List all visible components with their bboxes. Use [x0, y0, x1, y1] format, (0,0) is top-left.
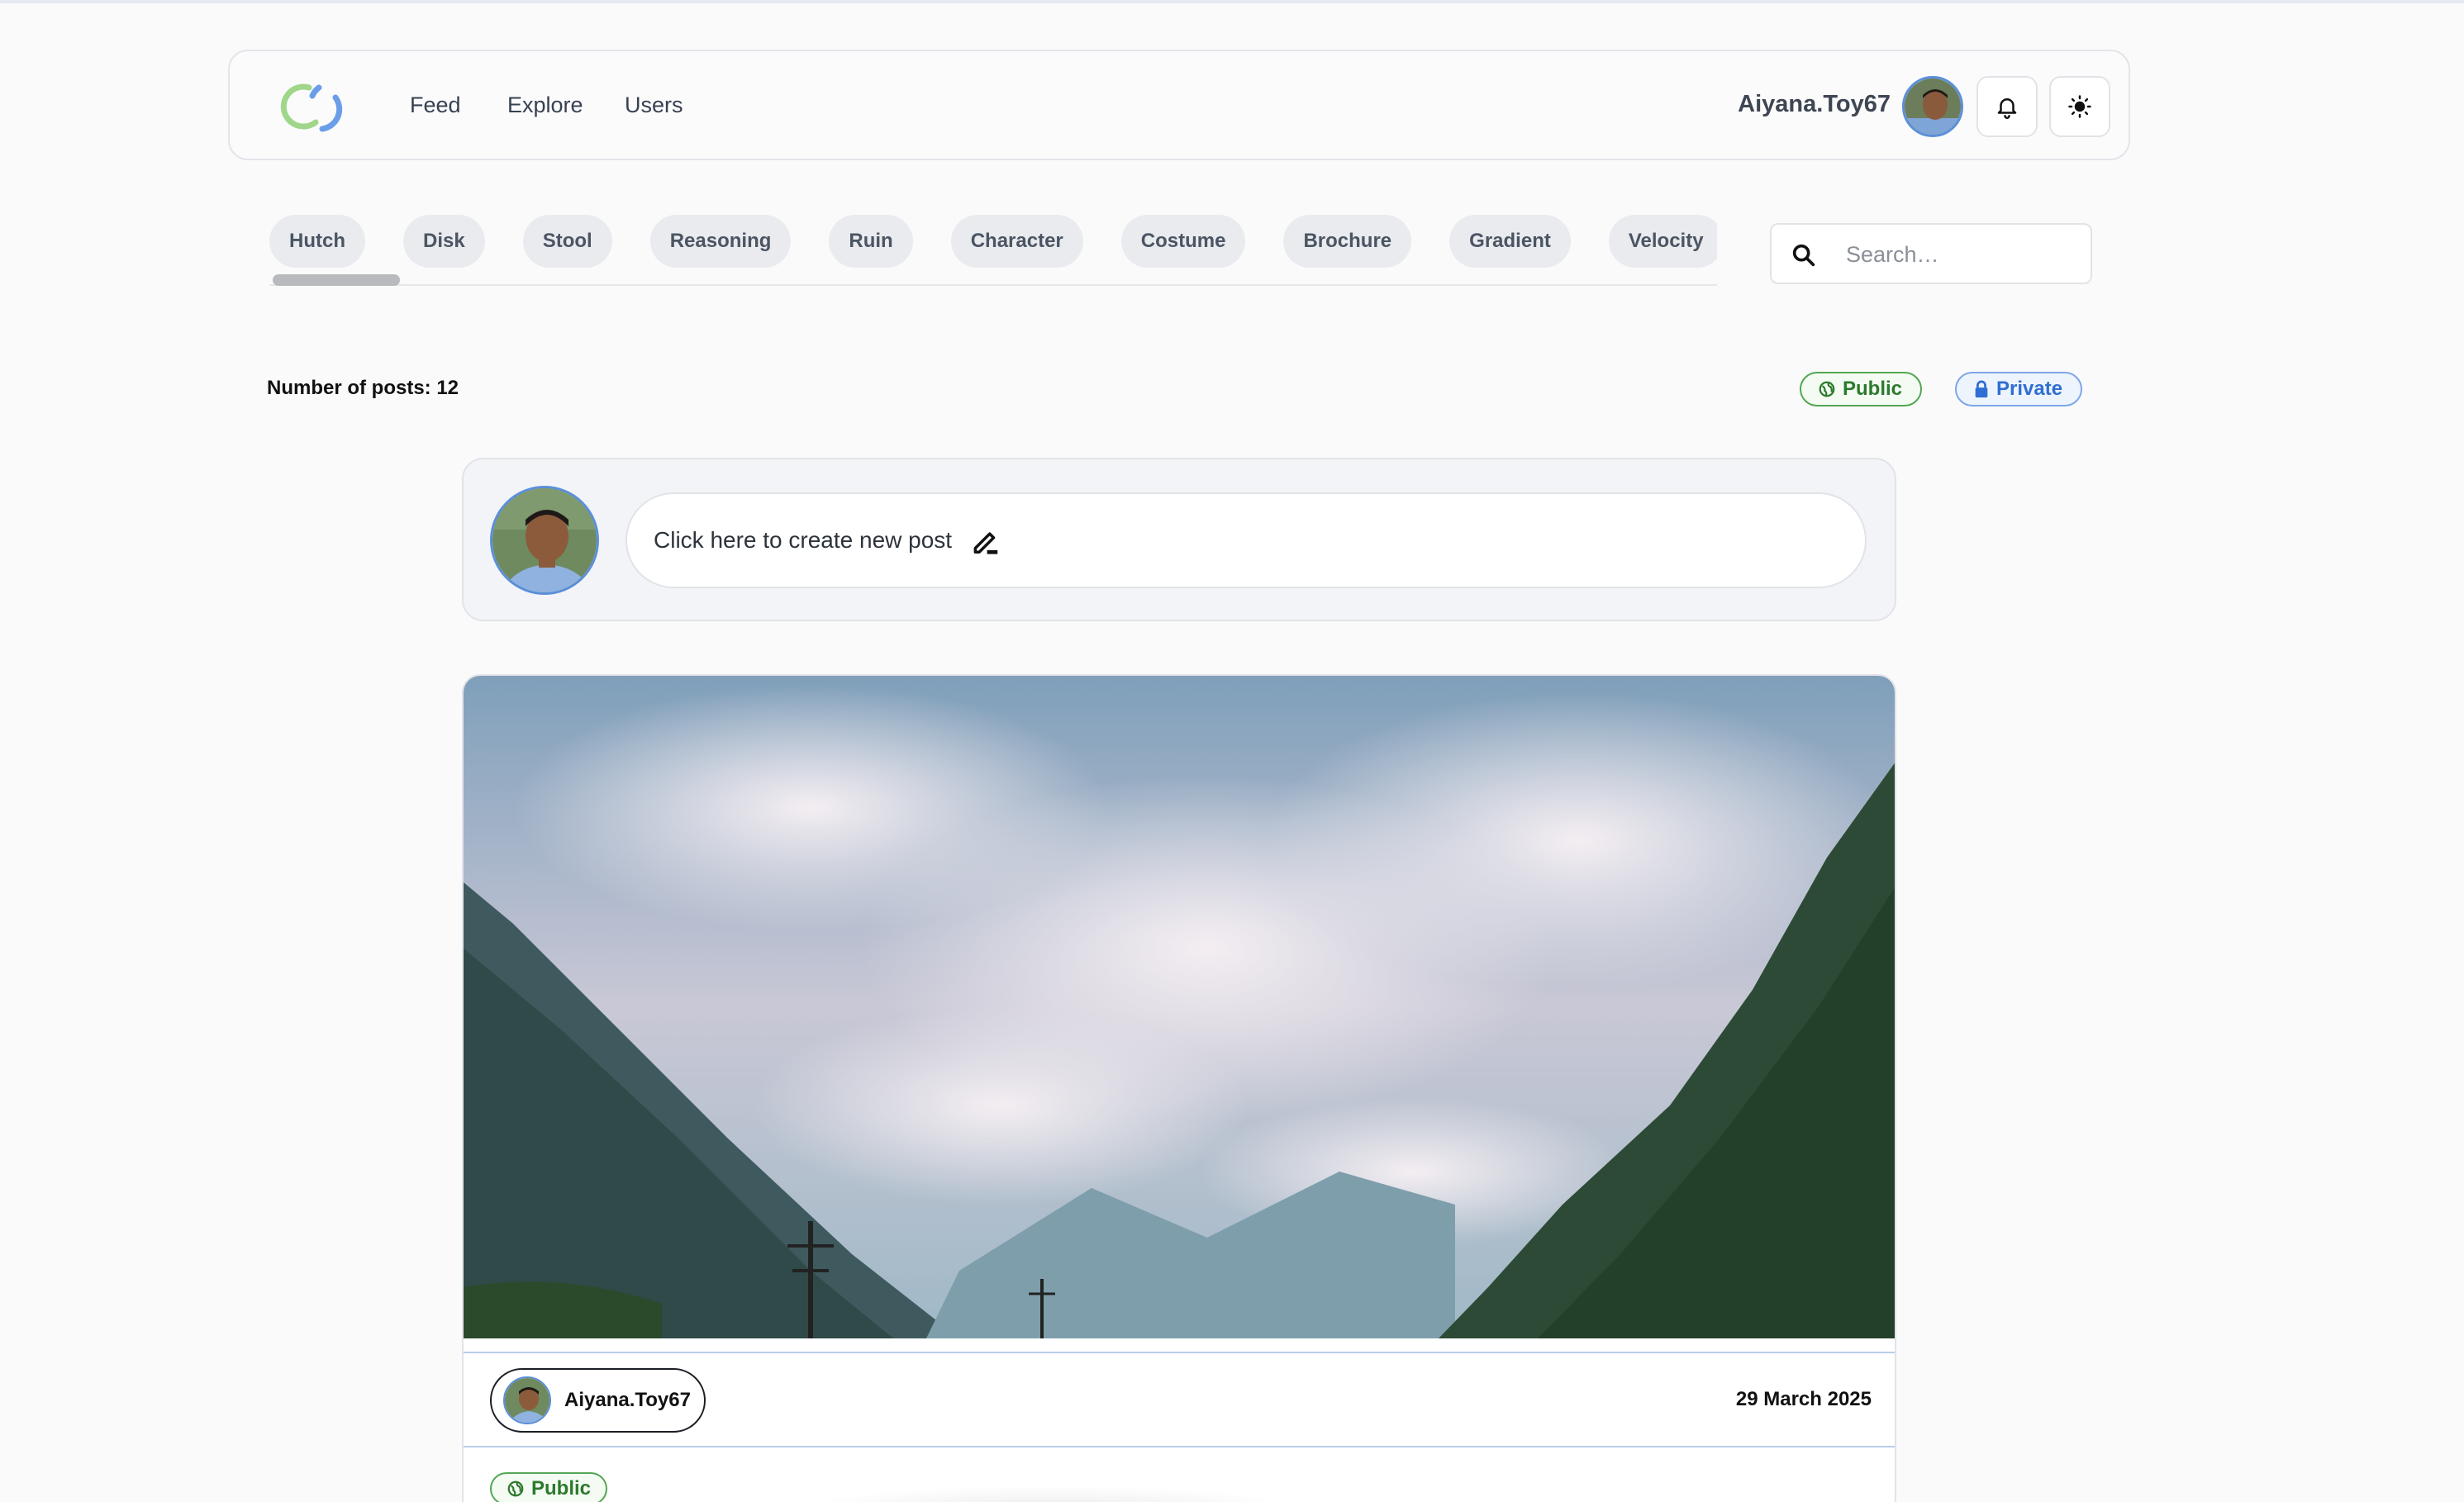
- scrollbar-track: [269, 268, 1717, 286]
- post-author-name: Aiyana.Toy67: [564, 1389, 691, 1411]
- nav-feed[interactable]: Feed: [410, 93, 461, 118]
- tag-chip[interactable]: Stool: [522, 215, 612, 268]
- tag-chip[interactable]: Reasoning: [649, 215, 792, 268]
- current-username[interactable]: Aiyana.Toy67: [1738, 91, 1891, 118]
- tag-chip[interactable]: Gradient: [1449, 215, 1571, 268]
- globe-icon: [1819, 381, 1835, 397]
- filter-public-button[interactable]: Public: [1800, 372, 1923, 406]
- sun-icon: [2068, 95, 2091, 118]
- post-card: Aiyana.Toy67 29 March 2025 Public: [462, 674, 1896, 1502]
- create-post-panel: Click here to create new post: [462, 458, 1896, 621]
- top-navbar: Feed Explore Users Aiyana.Toy67: [228, 50, 2130, 160]
- theme-toggle-button[interactable]: [2049, 76, 2110, 137]
- scrollbar-thumb[interactable]: [273, 274, 400, 286]
- search-icon: [1792, 244, 1815, 267]
- filter-private-button[interactable]: Private: [1955, 372, 2083, 406]
- tag-chip[interactable]: Disk: [403, 215, 485, 268]
- post-visibility-badge: Public: [490, 1472, 608, 1502]
- bell-icon: [1997, 98, 2017, 119]
- tag-list: Hutch Disk Stool Reasoning Ruin Characte…: [269, 215, 1717, 268]
- post-image[interactable]: [464, 676, 1896, 1338]
- create-post-input[interactable]: Click here to create new post: [626, 492, 1867, 588]
- tag-chip[interactable]: Hutch: [269, 215, 365, 268]
- post-meta-bar: Aiyana.Toy67 29 March 2025: [464, 1352, 1895, 1447]
- tag-scroller[interactable]: Hutch Disk Stool Reasoning Ruin Characte…: [269, 213, 1717, 292]
- pencil-icon: [973, 532, 998, 554]
- post-author-button[interactable]: Aiyana.Toy67: [490, 1368, 706, 1433]
- search-input[interactable]: [1846, 236, 2077, 273]
- post-count: Number of posts: 12: [267, 377, 459, 399]
- image-shadow: [794, 1485, 1306, 1502]
- globe-icon: [507, 1481, 524, 1497]
- tag-chip[interactable]: Brochure: [1283, 215, 1412, 268]
- top-border: [0, 0, 2464, 3]
- avatar[interactable]: [1902, 76, 1963, 137]
- notifications-button[interactable]: [1976, 76, 2038, 137]
- app-logo[interactable]: [276, 79, 355, 134]
- search-box: [1770, 223, 2092, 284]
- filter-public-label: Public: [1843, 378, 1903, 400]
- post-visibility-label: Public: [531, 1477, 592, 1500]
- lock-icon: [1975, 380, 1988, 398]
- tag-chip[interactable]: Costume: [1120, 215, 1246, 268]
- create-post-prompt: Click here to create new post: [654, 527, 953, 553]
- avatar: [503, 1376, 551, 1424]
- tag-chip[interactable]: Ruin: [829, 215, 913, 268]
- post-date: 29 March 2025: [1735, 1388, 1872, 1410]
- tag-chip[interactable]: Character: [950, 215, 1083, 268]
- tag-chip[interactable]: Velocity: [1608, 215, 1717, 268]
- nav-explore[interactable]: Explore: [507, 93, 583, 118]
- filter-private-label: Private: [1996, 378, 2063, 400]
- avatar[interactable]: [490, 486, 599, 595]
- nav-users[interactable]: Users: [625, 93, 683, 118]
